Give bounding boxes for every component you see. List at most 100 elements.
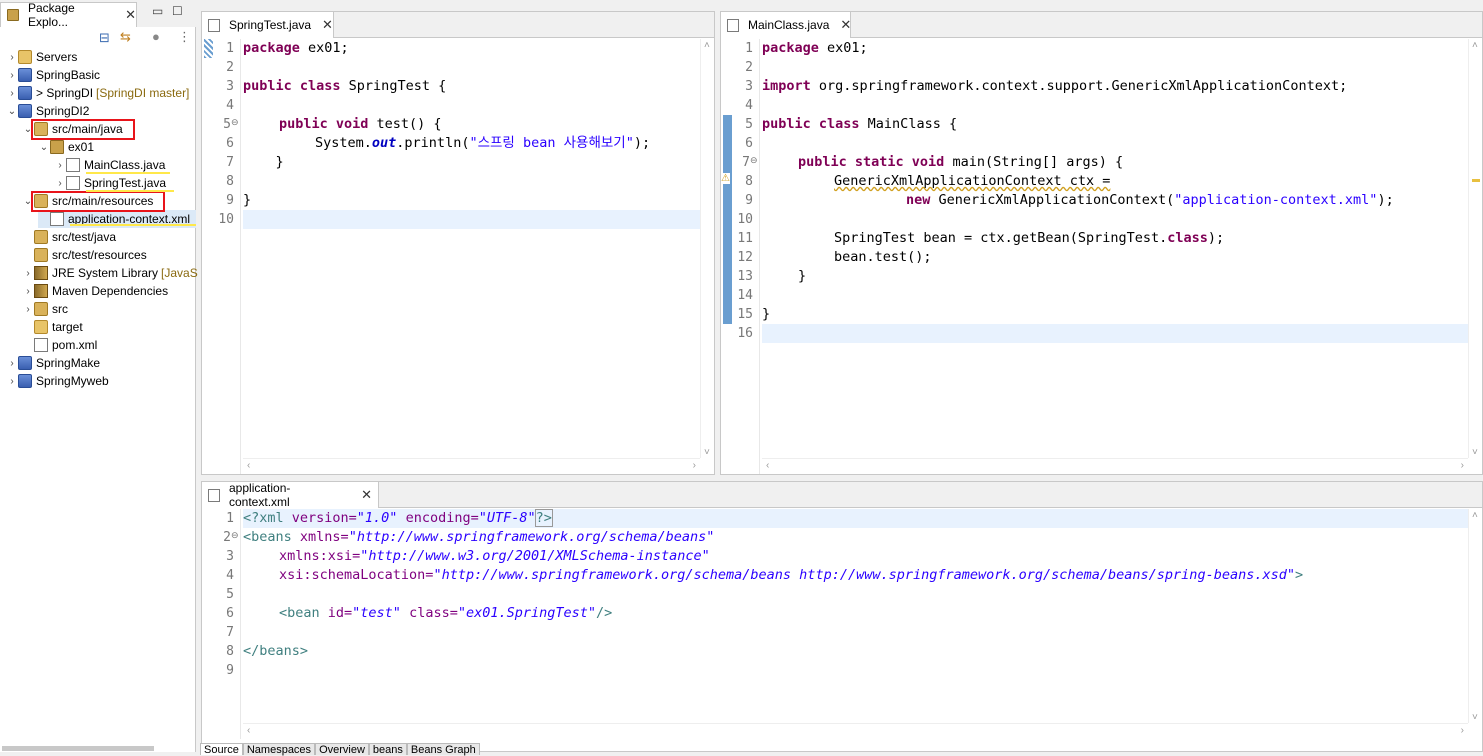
- chevron-down-icon[interactable]: ⌄: [38, 142, 50, 153]
- scroll-left-icon[interactable]: ‹: [247, 460, 250, 471]
- tab-springtest-java[interactable]: SpringTest.java ✕: [202, 12, 334, 38]
- line-number: 4: [745, 98, 753, 113]
- minimize-icon[interactable]: ▭: [152, 4, 163, 18]
- explorer-hscroll-thumb[interactable]: [2, 746, 154, 751]
- tab-source[interactable]: Source: [200, 743, 243, 756]
- tree-item-src-test-java[interactable]: src/test/java: [22, 228, 116, 246]
- line-number-gutter: 1 2 3 4 5 6 7 ⊖ 8 9 10 11 12 13 14 15 16: [733, 39, 760, 474]
- xml-file-icon: [208, 488, 220, 502]
- tree-item-springmake[interactable]: › SpringMake: [6, 354, 100, 372]
- scroll-right-icon[interactable]: ›: [693, 460, 696, 471]
- view-menu-icon[interactable]: ⋮: [178, 29, 191, 45]
- code-area[interactable]: package ex01; import org.springframework…: [762, 39, 1468, 458]
- chevron-right-icon[interactable]: ›: [6, 52, 18, 63]
- tree-item-target[interactable]: target: [22, 318, 83, 336]
- tree-item-label: target: [52, 320, 83, 334]
- underline-application-context: [70, 224, 196, 226]
- chevron-right-icon[interactable]: ›: [22, 286, 34, 297]
- tree-item-ex01[interactable]: ⌄ ex01: [38, 138, 94, 156]
- focus-icon[interactable]: ●: [152, 29, 160, 44]
- link-with-editor-icon[interactable]: ⇆: [120, 29, 131, 45]
- close-icon[interactable]: ✕: [840, 17, 851, 33]
- editor-body[interactable]: 1 2 ⊖ 3 4 5 6 7 8 9 <?xml version="1.0" …: [202, 509, 1482, 739]
- line-number: 4: [226, 568, 234, 583]
- chevron-right-icon[interactable]: ›: [54, 160, 66, 171]
- tab-package-explorer[interactable]: Package Explo... ✕: [0, 1, 137, 29]
- tab-mainclass-java[interactable]: MainClass.java ✕: [721, 12, 851, 38]
- editor-body[interactable]: ⚠ 1 2 3 4 5 6 7 ⊖ 8 9 10 11 12 13 14 15 …: [721, 39, 1482, 474]
- xml-editor-page-tabs: Source Namespaces Overview beans Beans G…: [200, 743, 480, 756]
- scroll-up-icon[interactable]: ˄: [1472, 510, 1478, 521]
- maximize-icon[interactable]: ☐: [172, 4, 183, 18]
- tree-item-label: Maven Dependencies: [52, 284, 169, 298]
- scroll-up-icon[interactable]: ˄: [1472, 40, 1478, 51]
- tree-item-springdi2[interactable]: ⌄ SpringDI2: [6, 102, 89, 120]
- horizontal-scrollbar[interactable]: ‹ ›: [243, 458, 700, 474]
- editor-body[interactable]: 1 2 3 4 5 ⊖ 6 7 8 9 10 package ex01; pub…: [202, 39, 714, 474]
- code-area[interactable]: <?xml version="1.0" encoding="UTF-8"?> <…: [243, 509, 1468, 723]
- chevron-right-icon[interactable]: ›: [6, 88, 18, 99]
- horizontal-scrollbar[interactable]: ‹ ›: [762, 458, 1468, 474]
- tree-item-label: ex01: [68, 140, 95, 154]
- scroll-up-icon[interactable]: ˄: [704, 40, 710, 51]
- git-decoration: [SpringDI master]: [96, 86, 190, 100]
- tree-item-src[interactable]: › src: [22, 300, 68, 318]
- vertical-scrollbar[interactable]: ˄ ˅: [1468, 39, 1482, 458]
- close-icon[interactable]: ✕: [361, 487, 372, 503]
- line-number: 2: [226, 60, 234, 75]
- close-icon[interactable]: ✕: [322, 17, 333, 33]
- tab-namespaces[interactable]: Namespaces: [242, 743, 316, 756]
- chevron-right-icon[interactable]: ›: [22, 268, 34, 279]
- tree-item-src-test-resources[interactable]: src/test/resources: [22, 246, 147, 264]
- tree-item-pom-xml[interactable]: pom.xml: [22, 336, 97, 354]
- chevron-right-icon[interactable]: ›: [6, 358, 18, 369]
- vertical-scrollbar[interactable]: ˄ ˅: [700, 39, 714, 458]
- tab-beans[interactable]: beans: [368, 743, 407, 756]
- code-line: import org.springframework.context.suppo…: [762, 78, 1348, 94]
- tree-item-jre-system-library[interactable]: › JRE System Library [JavaS: [22, 264, 198, 282]
- line-number: 1: [745, 41, 753, 56]
- scroll-down-icon[interactable]: ˅: [1472, 712, 1478, 723]
- scroll-left-icon[interactable]: ‹: [247, 725, 250, 736]
- horizontal-scrollbar[interactable]: ‹ ›: [243, 723, 1468, 739]
- tree-item-springdi[interactable]: › > SpringDI [SpringDI master]: [6, 84, 189, 102]
- tree-item-label: pom.xml: [52, 338, 98, 352]
- fold-icon[interactable]: ⊖: [231, 530, 239, 541]
- chevron-right-icon[interactable]: ›: [6, 70, 18, 81]
- line-number: 12: [737, 250, 753, 265]
- tree-item-maven-dependencies[interactable]: › Maven Dependencies: [22, 282, 168, 300]
- tree-item-servers[interactable]: › Servers: [6, 48, 77, 66]
- tab-overview[interactable]: Overview: [315, 743, 369, 756]
- chevron-down-icon[interactable]: ⌄: [6, 106, 18, 117]
- vertical-scrollbar[interactable]: ˄ ˅: [1468, 509, 1482, 723]
- line-number: 16: [737, 326, 753, 341]
- source-folder-icon: [34, 248, 48, 262]
- code-area[interactable]: package ex01; public class SpringTest { …: [243, 39, 700, 458]
- fold-icon[interactable]: ⊖: [750, 155, 758, 166]
- scroll-down-icon[interactable]: ˅: [704, 447, 710, 458]
- code-line: }: [762, 306, 771, 322]
- tab-beans-graph[interactable]: Beans Graph: [406, 743, 480, 756]
- scroll-right-icon[interactable]: ›: [1461, 460, 1464, 471]
- tab-application-context-xml[interactable]: application-context.xml ✕: [202, 481, 379, 509]
- xml-file-icon: [50, 212, 64, 226]
- code-line: }: [798, 268, 807, 284]
- scroll-right-icon[interactable]: ›: [1461, 725, 1464, 736]
- warning-icon[interactable]: ⚠: [721, 173, 730, 184]
- line-number: 2: [223, 530, 231, 545]
- scroll-left-icon[interactable]: ‹: [766, 460, 769, 471]
- tree-item-springbasic[interactable]: › SpringBasic: [6, 66, 100, 84]
- tree-item-label: SpringDI2: [36, 104, 90, 118]
- line-number: 13: [737, 269, 753, 284]
- chevron-right-icon[interactable]: ›: [22, 304, 34, 315]
- chevron-right-icon[interactable]: ›: [6, 376, 18, 387]
- tree-item-springmyweb[interactable]: › SpringMyweb: [6, 372, 109, 390]
- scroll-down-icon[interactable]: ˅: [1472, 447, 1478, 458]
- close-icon[interactable]: ✕: [125, 7, 136, 23]
- chevron-right-icon[interactable]: ›: [54, 178, 66, 189]
- warning-overview-marker[interactable]: [1472, 179, 1480, 182]
- fold-icon[interactable]: ⊖: [231, 117, 239, 128]
- package-explorer: Package Explo... ✕ ▭ ☐ ⊟ ⇆ ● ⋮ › Servers…: [0, 0, 198, 752]
- line-number: 9: [226, 193, 234, 208]
- collapse-all-icon[interactable]: ⊟: [99, 30, 110, 46]
